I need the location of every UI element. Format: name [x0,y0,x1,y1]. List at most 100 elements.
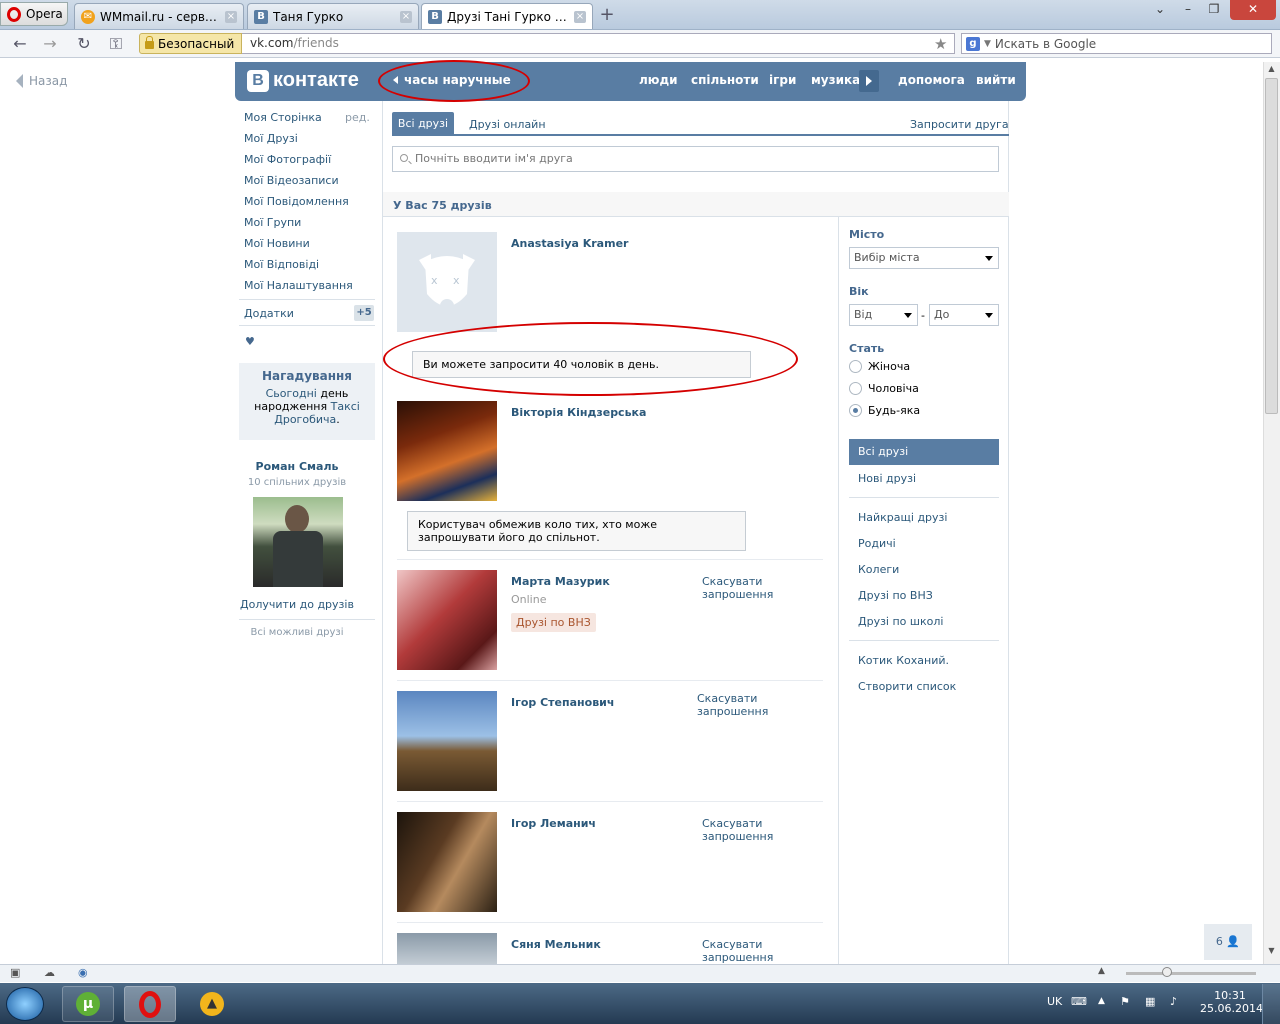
friend-avatar[interactable] [397,812,497,912]
menu-my-groups[interactable]: Мої Групи [244,216,301,229]
sex-female-radio[interactable]: Жіноча [849,360,910,373]
suggestion-name[interactable]: Роман Смаль [239,460,355,473]
list-university-friends[interactable]: Друзі по ВНЗ [858,589,933,602]
network-icon[interactable]: ▦ [1145,995,1155,1008]
friend-avatar[interactable] [397,691,497,791]
list-best-friends[interactable]: Найкращі друзі [858,511,947,524]
chevron-down-icon[interactable]: ▼ [984,39,991,49]
bookmark-star-icon[interactable]: ★ [934,35,947,53]
friend-name[interactable]: Вікторія Кіндзерська [511,406,646,419]
age-from-select[interactable]: Від [849,304,918,326]
language-indicator[interactable]: UK [1047,995,1062,1008]
friend-avatar[interactable] [397,570,497,670]
restore-button[interactable]: ❐ [1201,0,1227,20]
cancel-invite-link[interactable]: Скасувати запрошення [697,692,823,718]
opera-taskbar-button[interactable] [124,986,176,1022]
heart-icon[interactable]: ♥ [245,335,255,348]
close-icon[interactable]: × [400,10,412,23]
start-button[interactable] [6,987,44,1021]
opera-menu-button[interactable]: Opera [0,2,68,26]
speed-dial-icon[interactable]: ◉ [78,966,88,979]
scroll-up-icon[interactable]: ▲ [1265,64,1278,76]
show-desktop-button[interactable] [1262,984,1280,1024]
tab-tanya-gurko[interactable]: B Таня Гурко × [247,3,419,29]
minimize-button[interactable]: – [1175,0,1201,20]
keyboard-icon[interactable]: ⌨ [1071,995,1087,1008]
online-friends-counter[interactable]: 6 👤 [1204,924,1252,960]
nav-communities[interactable]: спільноти [691,73,759,87]
list-colleagues[interactable]: Колеги [858,563,899,576]
tab-friends-online[interactable]: Друзі онлайн [469,118,546,131]
nav-help[interactable]: допомога [898,73,965,87]
vk-logo[interactable]: B контакте [247,69,359,92]
nav-logout[interactable]: вийти [976,73,1016,87]
back-icon[interactable]: ← [10,34,30,54]
close-window-button[interactable]: ✕ [1230,0,1276,20]
reminder-person-link[interactable]: Дрогобича [274,413,336,426]
nav-music[interactable]: музика [811,73,860,87]
scroll-thumb[interactable] [1265,78,1278,414]
reminder-today-link[interactable]: Сьогодні [266,387,317,400]
tab-wmmail[interactable]: ✉ WMmail.ru - сервис п... × [74,3,244,29]
menu-my-page[interactable]: Моя Сторінка [244,111,322,124]
friend-name[interactable]: Марта Мазурик [511,575,610,588]
reload-icon[interactable]: ↻ [74,34,94,54]
app-taskbar-button[interactable]: ▲ [186,986,238,1022]
friend-list-tag[interactable]: Друзі по ВНЗ [511,613,596,632]
sex-any-radio[interactable]: Будь-яка [849,404,920,417]
scroll-down-icon[interactable]: ▼ [1265,946,1278,958]
nav-people[interactable]: люди [639,73,678,87]
nav-more-icon[interactable] [859,70,879,92]
forward-icon[interactable]: → [40,34,60,54]
back-link[interactable]: Назад [16,74,67,88]
all-possible-friends-link[interactable]: Всі можливі друзі [239,627,355,638]
list-relatives[interactable]: Родичі [858,537,896,550]
menu-my-answers[interactable]: Мої Відповіді [244,258,319,271]
friend-avatar[interactable] [397,401,497,501]
tab-friends[interactable]: B Друзі Тані Гурко | 75 д... × [421,3,593,29]
menu-edit-link[interactable]: ред. [345,111,370,124]
menu-my-settings[interactable]: Мої Налаштування [244,279,353,292]
menu-my-friends[interactable]: Мої Друзі [244,132,298,145]
zoom-slider-knob[interactable] [1162,967,1172,977]
browser-search-field[interactable]: g ▼ Искать в Google [961,33,1272,54]
clock[interactable]: 10:31 25.06.2014 [1200,989,1263,1015]
friend-avatar[interactable] [397,933,497,964]
cancel-invite-link[interactable]: Скасувати запрошення [702,575,782,601]
invite-friend-link[interactable]: Запросити друга [910,118,1009,131]
menu-my-news[interactable]: Мої Новини [244,237,310,250]
cancel-invite-link[interactable]: Скасувати запрошення [702,817,782,843]
volume-icon[interactable]: ♪ [1170,995,1177,1008]
deactivated-avatar[interactable]: x x [397,232,497,332]
security-badge[interactable]: Безопасный [139,33,242,54]
list-all-friends[interactable]: Всі друзі [849,439,999,465]
cloud-icon[interactable]: ☁ [44,966,55,979]
panel-toggle-icon[interactable]: ▣ [10,966,20,979]
sex-male-radio[interactable]: Чоловіча [849,382,919,395]
cancel-invite-link[interactable]: Скасувати запрошення [702,938,782,964]
reminder-person-link[interactable]: Таксі [331,400,360,413]
zoom-slider[interactable] [1126,972,1256,975]
city-select[interactable]: Вибір міста [849,247,999,269]
apps-badge[interactable]: +5 [354,305,374,321]
url-field[interactable]: vk.com/friends [242,33,955,54]
tab-list-icon[interactable]: ⌄ [1147,0,1173,20]
close-icon[interactable]: × [225,10,237,23]
menu-my-videos[interactable]: Мої Відеозаписи [244,174,339,187]
key-icon[interactable]: ⚿ [106,34,126,54]
friend-name[interactable]: Ігор Леманич [511,817,596,830]
nav-games[interactable]: ігри [769,73,796,87]
zoom-icon[interactable]: ▲ [1098,966,1105,976]
close-icon[interactable]: × [574,10,586,23]
friend-name[interactable]: Сяня Мельник [511,938,601,951]
menu-apps[interactable]: Додатки [244,307,294,320]
list-custom[interactable]: Котик Коханий. [858,654,949,667]
tray-expand-icon[interactable]: ▲ [1098,996,1105,1006]
menu-my-photos[interactable]: Мої Фотографії [244,153,331,166]
list-school-friends[interactable]: Друзі по школі [858,615,943,628]
suggestion-avatar[interactable] [253,497,343,587]
tab-all-friends[interactable]: Всі друзі [392,112,454,136]
flag-icon[interactable]: ⚑ [1120,995,1130,1008]
utorrent-taskbar-button[interactable]: µ [62,986,114,1022]
age-to-select[interactable]: До [929,304,999,326]
